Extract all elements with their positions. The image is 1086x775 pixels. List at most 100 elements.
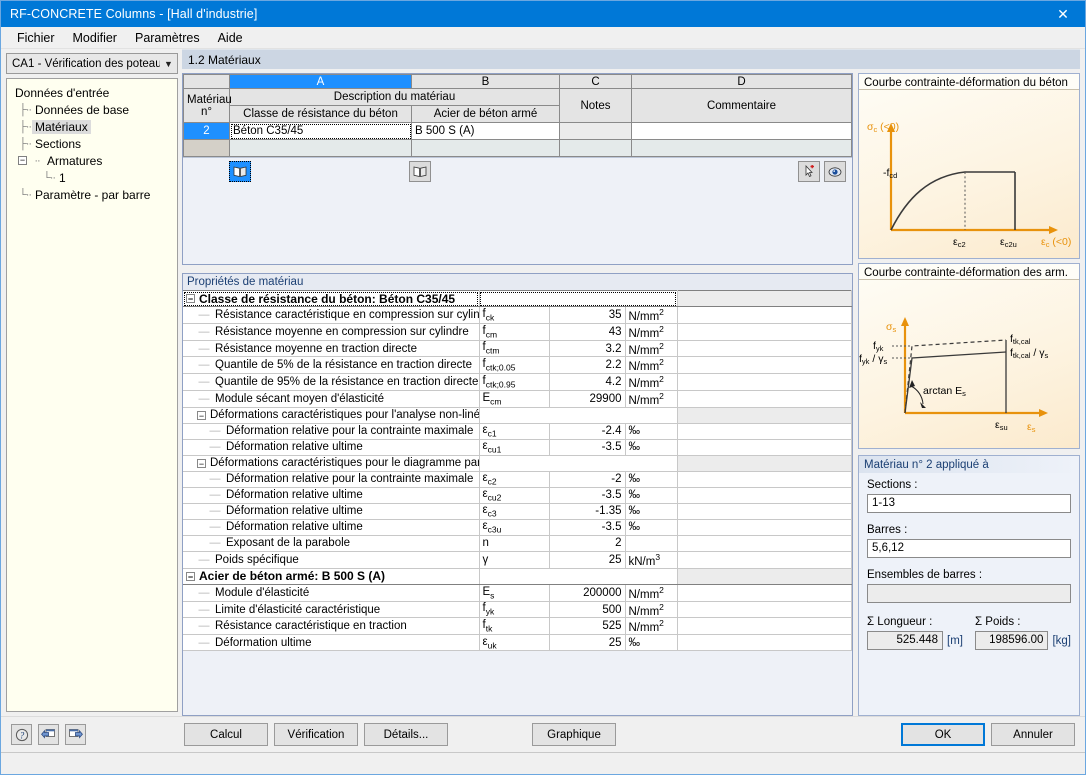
previous-page-icon[interactable] bbox=[38, 724, 59, 745]
verification-button[interactable]: Vérification bbox=[274, 723, 358, 746]
property-row[interactable]: − Classe de résistance du béton: Béton C3… bbox=[183, 290, 852, 307]
properties-table[interactable]: − Classe de résistance du béton: Béton C3… bbox=[183, 290, 852, 652]
property-row[interactable]: — Exposant de la parabole n 2 bbox=[183, 534, 852, 552]
column-letter-b[interactable]: B bbox=[411, 74, 560, 89]
collapse-icon[interactable]: − bbox=[186, 571, 195, 581]
property-row[interactable]: — Quantile de 5% de la résistance en trac… bbox=[183, 356, 852, 375]
concrete-library-icon[interactable] bbox=[229, 161, 251, 182]
tree-item-sections[interactable]: ├·· Sections bbox=[12, 135, 174, 152]
property-symbol-cell: fyk bbox=[479, 600, 550, 619]
property-row[interactable]: − Acier de béton armé: B 500 S (A) bbox=[183, 567, 852, 585]
property-value-cell[interactable]: 525 bbox=[549, 617, 626, 636]
property-row[interactable]: — Poids spécifique γ 25 kN/m3 bbox=[183, 550, 852, 569]
property-value-cell[interactable]: 2 bbox=[549, 534, 626, 552]
property-row[interactable]: — Déformation relative ultime εc3u -3.5 ‰ bbox=[183, 518, 852, 536]
column-letter-d[interactable]: D bbox=[631, 74, 852, 89]
bar-sets-input[interactable] bbox=[867, 584, 1071, 603]
property-value-cell[interactable]: 25 bbox=[549, 634, 626, 652]
property-value-cell[interactable]: -3.5 bbox=[549, 486, 626, 504]
tree-item-parametre-par-barre[interactable]: └·· Paramètre - par barre bbox=[12, 186, 174, 203]
bars-input[interactable]: 5,6,12 bbox=[867, 539, 1071, 558]
property-extra-cell bbox=[677, 306, 852, 324]
details-button[interactable]: Détails... bbox=[364, 723, 448, 746]
cell-acier[interactable]: B 500 S (A) bbox=[411, 122, 560, 140]
cell-classe-beton[interactable]: Béton C35/45 bbox=[229, 122, 412, 140]
help-icon[interactable]: ? bbox=[11, 724, 32, 745]
view-material-icon[interactable] bbox=[824, 161, 846, 182]
property-row[interactable]: — Limite d'élasticité caractéristique fyk 5… bbox=[183, 600, 852, 619]
materials-table[interactable]: A B C D Matériau n° Description du matér… bbox=[183, 74, 852, 157]
property-row[interactable]: − Déformations caractéristiques pour l'an… bbox=[183, 406, 852, 424]
property-row[interactable]: — Module d'élasticité Es 200000 N/mm2 bbox=[183, 583, 852, 602]
row-number-cell[interactable]: 2 bbox=[183, 122, 230, 140]
menu-item-fichier[interactable]: Fichier bbox=[8, 28, 64, 48]
column-letter-c[interactable]: C bbox=[559, 74, 632, 89]
tree-item-materiaux[interactable]: ├·· Matériaux bbox=[12, 118, 174, 135]
tree-item-donnees-entree[interactable]: Données d'entrée bbox=[12, 84, 174, 101]
column-header-notes: Notes bbox=[559, 88, 632, 123]
tree-item-label: Armatures bbox=[47, 153, 103, 168]
property-value-cell[interactable]: 3.2 bbox=[549, 339, 626, 358]
property-value-cell[interactable]: -2.4 bbox=[549, 422, 626, 440]
property-value-cell[interactable]: -3.5 bbox=[549, 518, 626, 536]
ok-button[interactable]: OK bbox=[901, 723, 985, 746]
property-row[interactable]: — Déformation relative pour la contrainte… bbox=[183, 422, 852, 440]
calcul-button[interactable]: Calcul bbox=[184, 723, 268, 746]
property-value-cell[interactable]: 35 bbox=[549, 306, 626, 324]
property-value-cell[interactable]: 2.2 bbox=[549, 356, 626, 375]
design-case-combobox[interactable]: CA1 - Vérification des poteaux ‹ ▼ bbox=[6, 53, 178, 74]
property-row[interactable]: — Déformation relative ultime εcu2 -3.5 ‰ bbox=[183, 486, 852, 504]
empty-cell-a[interactable] bbox=[229, 139, 412, 157]
collapse-icon[interactable]: − bbox=[197, 410, 206, 420]
property-value-cell[interactable]: 43 bbox=[549, 322, 626, 341]
property-value-cell[interactable]: 500 bbox=[549, 600, 626, 619]
cell-notes[interactable] bbox=[559, 122, 632, 140]
tree-item-armature-1[interactable]: └·· 1 bbox=[12, 169, 174, 186]
main-body: CA1 - Vérification des poteaux ‹ ▼ Donné… bbox=[1, 49, 1085, 716]
steel-library-icon[interactable] bbox=[409, 161, 431, 182]
property-row[interactable]: − Déformations caractéristiques pour le d… bbox=[183, 454, 852, 472]
next-page-icon[interactable] bbox=[65, 724, 86, 745]
graphique-button[interactable]: Graphique bbox=[532, 723, 616, 746]
menu-item-aide[interactable]: Aide bbox=[209, 28, 252, 48]
collapse-icon[interactable]: − bbox=[186, 294, 195, 304]
chevron-down-icon[interactable]: ▼ bbox=[160, 59, 177, 69]
property-row[interactable]: — Résistance moyenne en compression sur c… bbox=[183, 322, 852, 341]
tree-item-donnees-de-base[interactable]: ├·· Données de base bbox=[12, 101, 174, 118]
property-label: Déformations caractéristiques pour le di… bbox=[210, 457, 478, 470]
property-row[interactable]: — Déformation relative pour la contrainte… bbox=[183, 470, 852, 488]
menu-item-modifier[interactable]: Modifier bbox=[64, 28, 126, 48]
property-value-cell[interactable]: 200000 bbox=[549, 583, 626, 602]
property-row[interactable]: — Résistance caractéristique en traction f… bbox=[183, 617, 852, 636]
menu-item-parametres[interactable]: Paramètres bbox=[126, 28, 209, 48]
steel-chart-ylabel: σs bbox=[886, 321, 896, 334]
cancel-button[interactable]: Annuler bbox=[991, 723, 1075, 746]
empty-cell-c[interactable] bbox=[559, 139, 632, 157]
properties-scroll[interactable]: − Classe de résistance du béton: Béton C3… bbox=[183, 290, 852, 715]
empty-cell-d[interactable] bbox=[631, 139, 852, 157]
property-value-cell[interactable]: 29900 bbox=[549, 390, 626, 408]
property-row[interactable]: — Résistance caractéristique en compressi… bbox=[183, 306, 852, 324]
cell-commentaire[interactable] bbox=[631, 122, 852, 140]
property-row[interactable]: — Quantile de 95% de la résistance en tra… bbox=[183, 373, 852, 392]
column-letter-a[interactable]: A bbox=[229, 74, 412, 89]
property-value-cell[interactable]: -3.5 bbox=[549, 438, 626, 456]
property-value-cell[interactable]: 25 bbox=[549, 550, 626, 569]
property-value-cell[interactable]: -2 bbox=[549, 470, 626, 488]
property-value-cell[interactable]: -1.35 bbox=[549, 502, 626, 520]
property-row[interactable]: — Déformation relative ultime εc3 -1.35 ‰ bbox=[183, 502, 852, 520]
property-row[interactable]: — Résistance moyenne en traction directe f… bbox=[183, 339, 852, 358]
property-row[interactable]: — Déformation relative ultime εcu1 -3.5 ‰ bbox=[183, 438, 852, 456]
property-row[interactable]: — Module sécant moyen d'élasticité Ecm 2990… bbox=[183, 390, 852, 408]
book-glyph bbox=[413, 166, 427, 177]
property-value-cell[interactable]: 4.2 bbox=[549, 373, 626, 392]
empty-cell-b[interactable] bbox=[411, 139, 560, 157]
close-icon[interactable]: ✕ bbox=[1041, 1, 1085, 27]
table-row[interactable]: 2 Béton C35/45 B 500 S (A) bbox=[183, 122, 852, 140]
sections-input[interactable]: 1-13 bbox=[867, 494, 1071, 513]
property-row[interactable]: — Déformation ultime εuk 25 ‰ bbox=[183, 634, 852, 652]
collapse-icon[interactable]: − bbox=[197, 458, 206, 468]
tree-item-armatures[interactable]: − ·· Armatures bbox=[12, 152, 174, 169]
pick-from-model-icon[interactable] bbox=[798, 161, 820, 182]
collapse-icon[interactable]: − bbox=[18, 156, 27, 165]
